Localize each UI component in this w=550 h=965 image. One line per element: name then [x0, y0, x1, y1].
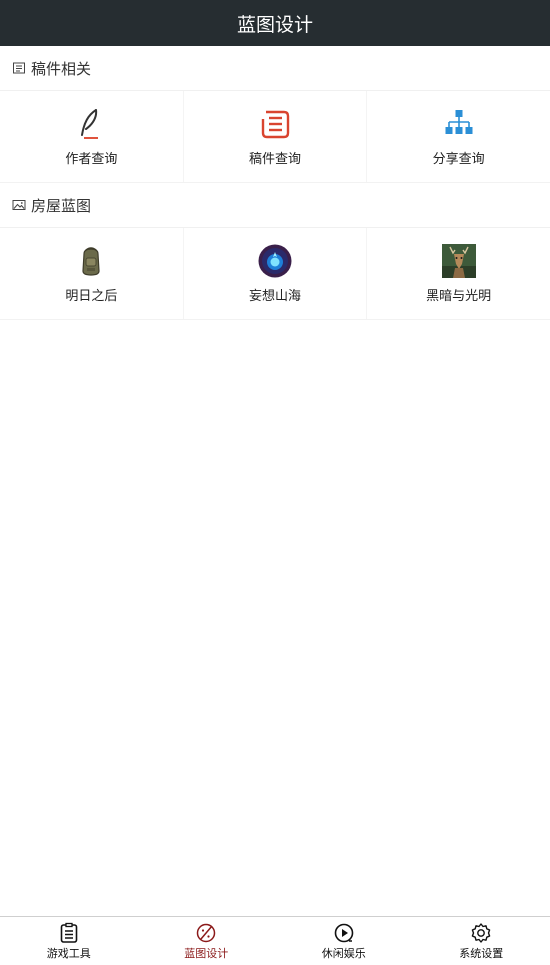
gear-icon	[470, 922, 492, 944]
grid-row-manuscripts: 作者查询 稿件查询 分享查询	[0, 91, 550, 183]
play-circle-icon	[333, 922, 355, 944]
document-list-icon	[258, 107, 292, 141]
cell-label: 分享查询	[432, 152, 485, 167]
page-title: 蓝图设计	[236, 13, 313, 36]
tab-label: 蓝图设计	[184, 946, 229, 960]
cell-label: 妄想山海	[249, 289, 302, 304]
section-title: 房屋蓝图	[31, 196, 92, 215]
bottom-tab-bar: 游戏工具 蓝图设计 休闲娱乐 系统设置	[0, 916, 550, 965]
tab-label: 休闲娱乐	[321, 946, 366, 960]
cell-label: 作者查询	[65, 152, 118, 167]
tab-blueprint-design[interactable]: 蓝图设计	[138, 917, 276, 965]
section-title: 稿件相关	[31, 59, 92, 78]
cell-label: 明日之后	[65, 289, 118, 304]
cell-label: 稿件查询	[249, 152, 302, 167]
grid-row-house-blueprints: 明日之后 妄想山海 黑暗与光明	[0, 228, 550, 320]
tab-label: 系统设置	[459, 946, 504, 960]
section-header-manuscripts: 稿件相关	[0, 46, 550, 91]
blue-orb-game-icon	[258, 244, 292, 278]
palette-icon	[195, 922, 217, 944]
tab-system-settings[interactable]: 系统设置	[413, 917, 550, 965]
game-lifeafter-button[interactable]: 明日之后	[0, 228, 184, 319]
document-icon	[12, 61, 26, 75]
backpack-game-icon	[74, 244, 108, 278]
section-header-house-blueprints: 房屋蓝图	[0, 183, 550, 228]
tab-game-tools[interactable]: 游戏工具	[0, 917, 138, 965]
manuscript-query-button[interactable]: 稿件查询	[184, 91, 368, 182]
game-darkness-light-button[interactable]: 黑暗与光明	[367, 228, 550, 319]
cell-label: 黑暗与光明	[426, 289, 492, 304]
tab-leisure[interactable]: 休闲娱乐	[275, 917, 413, 965]
game-wangxiangshanhai-button[interactable]: 妄想山海	[184, 228, 368, 319]
tab-label: 游戏工具	[46, 946, 91, 960]
sitemap-icon	[442, 107, 476, 141]
deer-game-icon	[441, 244, 476, 278]
author-query-button[interactable]: 作者查询	[0, 91, 184, 182]
quill-pen-icon	[74, 107, 108, 141]
image-icon	[12, 198, 26, 212]
share-query-button[interactable]: 分享查询	[367, 91, 550, 182]
app-header: 蓝图设计	[0, 0, 550, 46]
clipboard-icon	[58, 922, 80, 944]
